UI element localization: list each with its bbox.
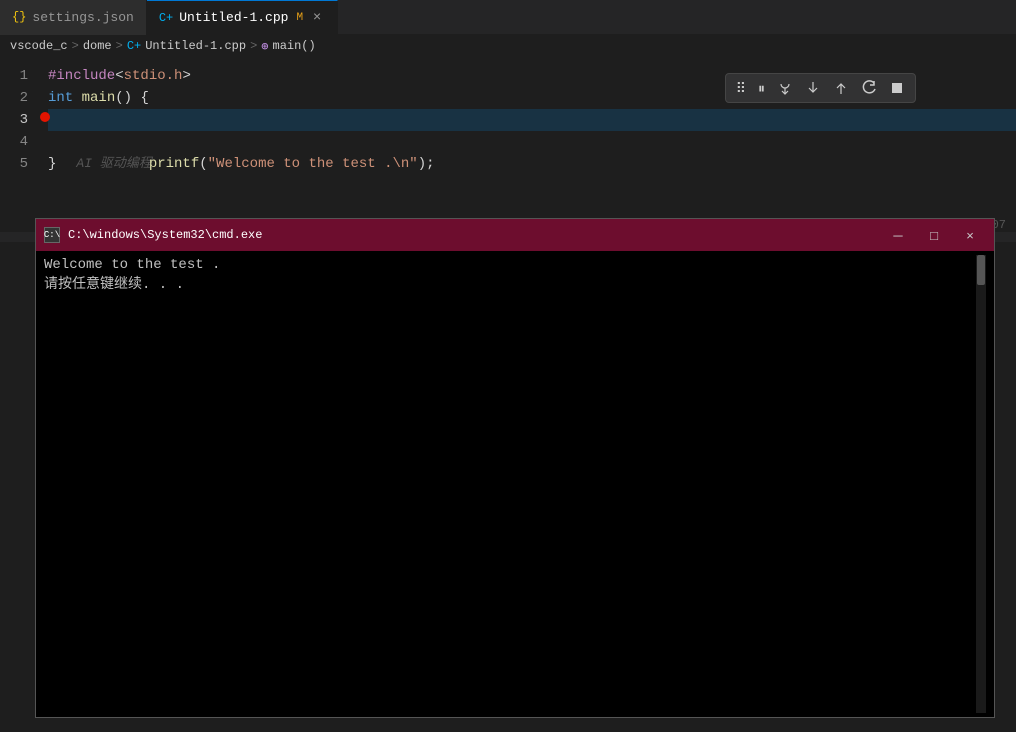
cmd-titlebar: C:\ C:\windows\System32\cmd.exe ─ □ × [36, 219, 994, 251]
line-num-4: 4 [0, 131, 28, 153]
line-numbers: 1 2 3 4 5 [0, 57, 40, 232]
cpp-breadcrumb-icon: C+ [127, 39, 141, 53]
cpp-icon: C+ [159, 11, 173, 25]
tab-settings[interactable]: {} settings.json [0, 0, 147, 35]
tab-settings-label: settings.json [32, 10, 133, 25]
cmd-close-button[interactable]: × [954, 223, 986, 247]
cmd-title-left: C:\ C:\windows\System32\cmd.exe [44, 227, 262, 243]
breadcrumb-filename[interactable]: Untitled-1.cpp [145, 39, 246, 53]
breadcrumb: vscode_c > dome > C+ Untitled-1.cpp > ⊕ … [0, 35, 1016, 57]
sep2: > [116, 39, 123, 53]
printf-function: printf [149, 156, 199, 172]
step-into-button[interactable] [801, 78, 825, 98]
cmd-minimize-button[interactable]: ─ [882, 223, 914, 247]
tab-close-button[interactable]: × [309, 10, 325, 26]
cmd-output: Welcome to the test . 请按任意键继续. . . [44, 255, 976, 713]
pause-button[interactable]: ⏸ [754, 78, 769, 99]
tab-cpp-label: Untitled-1.cpp [179, 10, 288, 25]
cmd-controls: ─ □ × [882, 223, 986, 247]
cmd-output-line-1: Welcome to the test . [44, 255, 976, 275]
sep1: > [72, 39, 79, 53]
int-keyword: int [48, 90, 73, 106]
cmd-scrollbar[interactable] [976, 255, 986, 713]
code-line-4 [48, 131, 1016, 153]
string-literal: "Welcome to the test .\n" [208, 156, 418, 172]
main-function: main [82, 90, 116, 106]
stdio-h: stdio.h [124, 68, 183, 84]
cmd-title-text: C:\windows\System32\cmd.exe [68, 228, 262, 242]
drag-handle[interactable]: ⠿ [732, 78, 750, 99]
include-keyword: #include [48, 68, 115, 84]
json-icon: {} [12, 10, 26, 24]
line-num-3: 3 [0, 109, 28, 131]
breadcrumb-vscode-c[interactable]: vscode_c [10, 39, 68, 53]
sep3: > [250, 39, 257, 53]
cmd-window: C:\ C:\windows\System32\cmd.exe ─ □ × We… [35, 218, 995, 718]
restart-button[interactable] [857, 78, 881, 98]
stop-button[interactable] [885, 78, 909, 98]
step-out-button[interactable] [829, 78, 853, 98]
step-over-button[interactable] [773, 78, 797, 98]
breadcrumb-function[interactable]: main() [273, 39, 316, 53]
code-line-3: printf("Welcome to the test .\n"); [48, 109, 1016, 131]
breakpoint-indicator [40, 112, 50, 122]
breadcrumb-dome[interactable]: dome [83, 39, 112, 53]
cmd-scrollbar-thumb[interactable] [977, 255, 985, 285]
cmd-maximize-button[interactable]: □ [918, 223, 950, 247]
cmd-icon: C:\ [44, 227, 60, 243]
debug-toolbar: ⠿ ⏸ [725, 73, 916, 103]
modified-indicator: M [296, 12, 303, 24]
tab-cpp[interactable]: C+ Untitled-1.cpp M × [147, 0, 338, 35]
line-num-5: 5 [0, 153, 28, 175]
function-icon: ⊕ [261, 39, 268, 54]
line-num-1: 1 [0, 65, 28, 87]
tab-bar: {} settings.json C+ Untitled-1.cpp M × [0, 0, 1016, 35]
cmd-body: Welcome to the test . 请按任意键继续. . . [36, 251, 994, 717]
cmd-output-line-2: 请按任意键继续. . . [44, 275, 976, 295]
line-num-2: 2 [0, 87, 28, 109]
